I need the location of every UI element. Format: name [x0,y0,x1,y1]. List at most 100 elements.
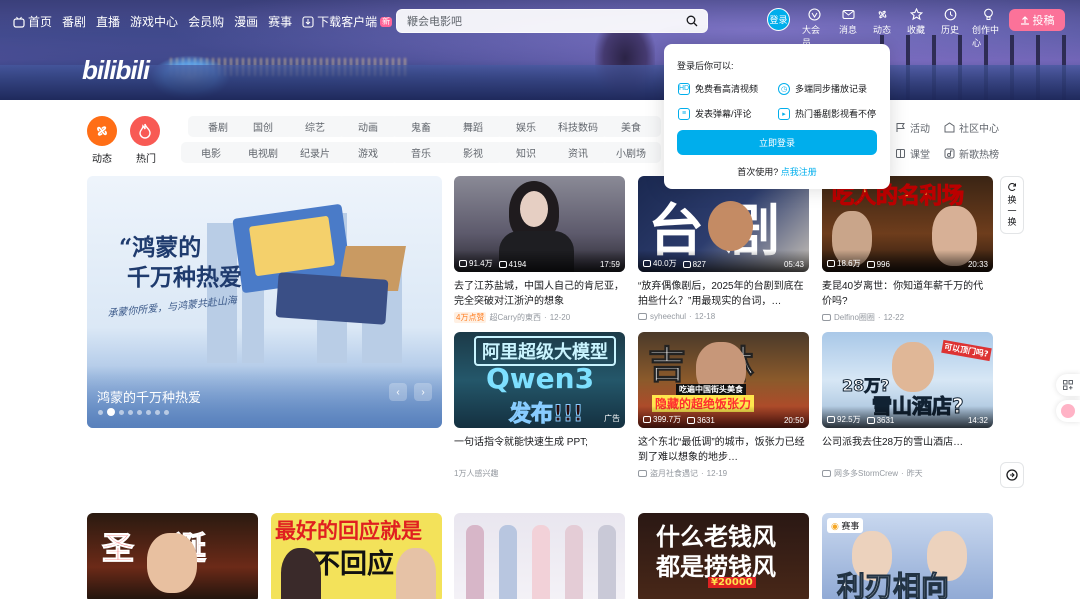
nav-item-esports[interactable]: 赛事 [268,13,292,30]
channel-item[interactable]: 鬼畜 [391,116,451,137]
video-title[interactable]: 去了江苏盐城，中国人自己的肯尼亚，完全突破对江浙沪的想象 [454,279,625,309]
nav-item-live[interactable]: 直播 [96,13,120,30]
video-stats: 92.5万 3631 14:32 [822,406,993,428]
video-meta: 4万点赞 超Carry的東西 · 12-20 [454,312,625,323]
channel-item[interactable]: 动画 [338,116,398,137]
channel-new-songs[interactable]: 新歌热榜 [944,146,999,161]
nav-item-game-center[interactable]: 游戏中心 [130,13,178,30]
video-thumbnail[interactable]: 台剧 40.0万 827 05:43 [638,176,809,272]
channel-item[interactable]: 综艺 [285,116,345,137]
search-icon[interactable] [677,15,707,27]
video-title[interactable]: “放弃偶像剧后，2025年的台剧到底在拍些什么？”用最现实的台词，… [638,279,809,309]
nav-messages[interactable]: 消息 [836,8,860,36]
video-title[interactable]: 这个东北“最低调”的城市，饭张力已经到了难以想象的地步… [638,435,809,465]
trophy-icon: ◉ [831,521,839,531]
hero-carousel[interactable]: “鸿蒙的 千万种热爱 承蒙你所爱，与鸿蒙共赴山海 鸿蒙的千万种热爱 ‹ › [87,176,442,428]
carousel-dot[interactable] [128,409,133,415]
channel-item[interactable]: 娱乐 [496,116,556,137]
channel-item[interactable]: 电视剧 [233,142,293,163]
channel-community[interactable]: 社区中心 [944,120,999,135]
thumb-dancer [598,525,616,599]
carousel-prev-button[interactable]: ‹ [389,383,407,401]
new-badge: 新 [380,16,393,27]
carousel-dot[interactable] [98,409,103,415]
channel-item[interactable]: 资讯 [548,142,608,163]
channel-item[interactable]: 音乐 [391,142,451,163]
channel-course[interactable]: 课堂 [895,146,930,161]
carousel-dot[interactable] [119,409,124,415]
rocket-icon [1006,469,1018,481]
video-title[interactable]: 公司派我去住28万的雪山酒店… [822,435,993,465]
video-card[interactable]: 91.4万 4194 17:59 去了江苏盐城，中国人自己的肯尼亚，完全突破对江… [454,176,625,323]
nav-item-anime[interactable]: 番剧 [62,13,86,30]
channel-item[interactable]: 小剧场 [601,142,661,163]
channel-item[interactable]: 美食 [601,116,661,137]
video-card[interactable]: 台剧 40.0万 827 05:43 “放弃偶像剧后，2025年的台剧到底在拍些… [638,176,809,321]
nav-dynamic[interactable]: 动态 [870,8,894,36]
video-card[interactable]: 吃人的名利场 18.6万 996 20:33 麦昆40岁离世：你知道年薪千万的代… [822,176,993,323]
video-thumbnail[interactable]: ◉ 赛事 利刃相向 [822,513,993,599]
nav-creator-center[interactable]: 创作中心 [972,8,1004,49]
video-author[interactable]: syheechul [650,312,686,321]
channel-item[interactable]: 知识 [496,142,556,163]
search-bar[interactable]: 鞭会电影吧 [396,9,708,33]
carousel-next-button[interactable]: › [414,383,432,401]
carousel-dot-active[interactable] [107,408,115,416]
apps-grid-icon [1063,380,1073,390]
upload-button[interactable]: 投稿 [1009,9,1065,31]
channel-item[interactable]: 国创 [233,116,293,137]
video-author[interactable]: 盗月社食遇记 [650,468,698,479]
carousel-caption[interactable]: 鸿蒙的千万种热爱 [97,387,201,406]
channel-item[interactable]: 科技数码 [548,116,608,137]
channel-item[interactable]: 电影 [181,142,241,163]
video-thumbnail[interactable]: 最好的回应就是 不回应 [271,513,442,599]
channel-item[interactable]: 影视 [443,142,503,163]
register-link[interactable]: 点我注册 [781,167,817,177]
ad-card[interactable]: 阿里超级大模型 Qwen3 发布!!! 广告 一句话指令就能快速生成 PPT; … [454,332,625,479]
carousel-headline-2: 千万种热爱 [127,264,242,291]
video-title[interactable]: 一句话指令就能快速生成 PPT; [454,435,625,465]
carousel-dot[interactable] [164,409,169,415]
nav-item-mall[interactable]: 会员购 [188,13,224,30]
channel-item[interactable]: 游戏 [338,142,398,163]
video-thumbnail[interactable]: 28万? 雪山酒店? 可以顶门吗? 92.5万 3631 14:32 [822,332,993,428]
nav-messages-label: 消息 [838,25,857,35]
video-author[interactable]: 超Carry的東西 [489,312,541,323]
ad-thumbnail[interactable]: 阿里超级大模型 Qwen3 发布!!! 广告 [454,332,625,428]
back-to-top-button[interactable] [1000,462,1024,488]
video-thumbnail[interactable]: 圣诞 [87,513,258,599]
video-thumbnail[interactable]: 吉林 吃遍中国街头美食 隐藏的超绝饭张力 399.7万 3631 20:50 [638,332,809,428]
refresh-button[interactable]: 换一换 [1000,176,1024,234]
video-card[interactable]: 28万? 雪山酒店? 可以顶门吗? 92.5万 3631 14:32 公司派我去… [822,332,993,479]
hot-channel-button[interactable] [130,116,160,146]
channel-item[interactable]: 纪录片 [285,142,345,163]
video-stats: 91.4万 4194 17:59 [454,250,625,272]
login-avatar-button[interactable]: 登录 [767,8,790,31]
nav-item-home[interactable]: 首页 [13,13,52,30]
nav-vip[interactable]: 大会员 [802,8,826,49]
side-mascot-button[interactable] [1056,400,1080,422]
danmaku-count: 3631 [866,416,894,425]
dynamic-channel-button[interactable] [87,116,117,146]
login-now-button[interactable]: 立即登录 [677,130,877,155]
bilibili-logo[interactable]: bilibili [82,55,150,86]
video-title[interactable]: 麦昆40岁离世：你知道年薪千万的代价吗? [822,279,993,309]
video-thumbnail[interactable]: 吃人的名利场 18.6万 996 20:33 [822,176,993,272]
video-author[interactable]: Delfino圈圈 [834,312,875,323]
nav-item-manga[interactable]: 漫画 [234,13,258,30]
carousel-dot[interactable] [146,409,151,415]
video-thumbnail[interactable] [454,513,625,599]
nav-favorites[interactable]: 收藏 [904,8,928,36]
channel-activity[interactable]: 活动 [895,120,930,135]
video-card[interactable]: 吉林 吃遍中国街头美食 隐藏的超绝饭张力 399.7万 3631 20:50 这… [638,332,809,479]
channel-item[interactable]: 舞蹈 [443,116,503,137]
nav-item-download[interactable]: 下载客户端 新 [302,13,393,30]
video-thumbnail[interactable]: 91.4万 4194 17:59 [454,176,625,272]
side-apps-button[interactable] [1056,374,1080,396]
carousel-dot[interactable] [137,409,142,415]
carousel-dot[interactable] [155,409,160,415]
nav-history[interactable]: 历史 [938,8,962,36]
search-input[interactable]: 鞭会电影吧 [397,13,677,29]
video-thumbnail[interactable]: 什么老钱风 都是捞钱风 ¥20000 [638,513,809,599]
video-author[interactable]: 网多多StormCrew [834,468,898,479]
